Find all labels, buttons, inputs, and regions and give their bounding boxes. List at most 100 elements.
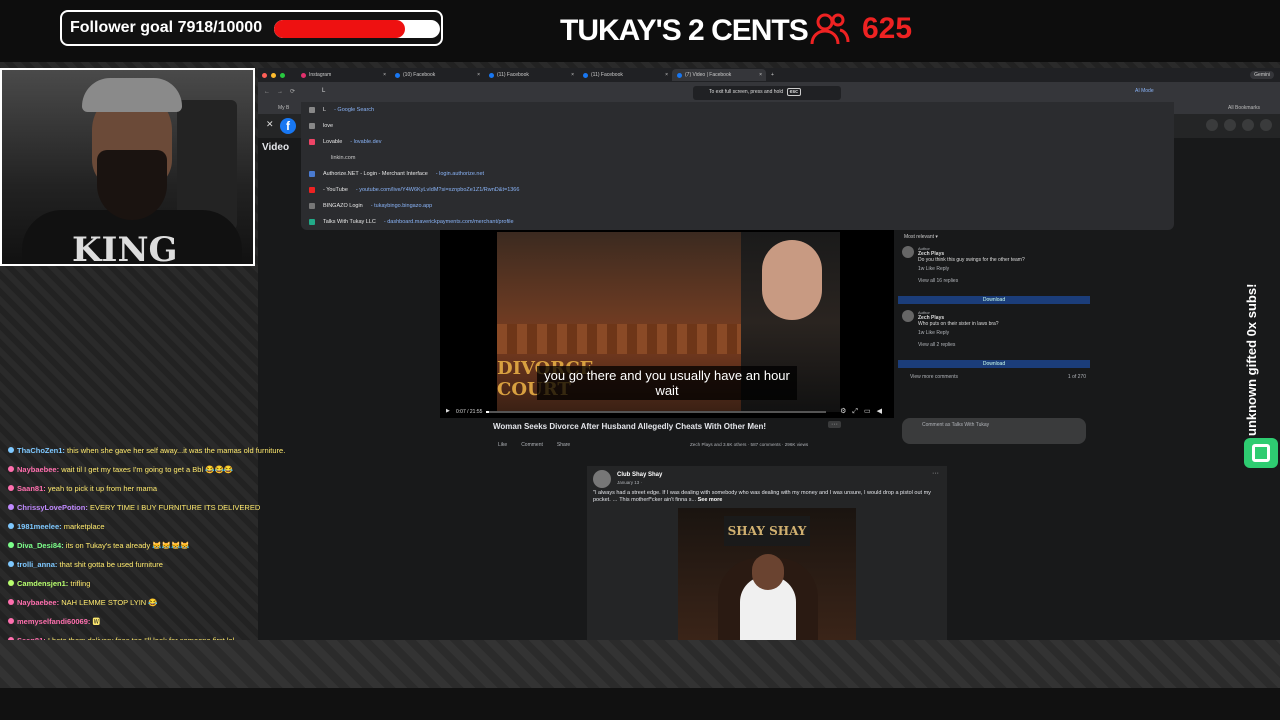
download-button[interactable]: Download — [898, 360, 1090, 368]
close-icon[interactable]: × — [383, 72, 386, 78]
close-icon[interactable]: × — [759, 72, 762, 78]
suggestion-text: BINGAZO Login — [323, 203, 363, 209]
facebook-header-icons — [1206, 119, 1272, 131]
close-icon[interactable]: ✕ — [266, 119, 274, 130]
comment-body: Author Zech Plays Who puts on their sist… — [918, 310, 999, 348]
chat-text: that shit gotta be used furniture — [59, 560, 163, 569]
chat-badge-icon — [8, 618, 14, 624]
fullscreen-tip: To exit full screen, press and hold esc — [693, 86, 841, 100]
close-icon[interactable]: × — [665, 72, 668, 78]
suggestion-item[interactable]: Talks With Tukay LLC - dashboard.maveric… — [301, 214, 1174, 230]
chat-username: memyselfandi60069: — [17, 617, 91, 626]
nav-buttons[interactable]: ←→⟳ — [264, 88, 302, 95]
chat-message: ChrissyLovePotion: EVERY TIME I BUY FURN… — [8, 503, 328, 513]
video-seek-bar[interactable] — [486, 411, 826, 413]
more-options-button[interactable]: ··· — [932, 470, 939, 477]
chat-badge-icon — [8, 485, 14, 491]
suggestion-item[interactable]: Authorize.NET - Login - Merchant Interfa… — [301, 166, 1174, 182]
facebook-icon — [583, 72, 588, 78]
courtroom-rail — [497, 324, 741, 354]
tab-label: Instagram — [309, 72, 332, 78]
like-button[interactable]: Like — [498, 442, 507, 448]
chat-message: memyselfandi60069: 🆆 — [8, 617, 328, 627]
all-bookmarks[interactable]: All Bookmarks — [1228, 105, 1260, 111]
suggestion-item[interactable]: L - Google Search — [301, 102, 1174, 118]
menu-icon[interactable] — [1206, 119, 1218, 131]
player-buttons[interactable]: ⚙⤢▭◀ — [840, 407, 888, 416]
comment-button[interactable]: Comment — [521, 442, 543, 448]
notifications-icon[interactable] — [1242, 119, 1254, 131]
view-replies-link[interactable]: View all 2 replies — [918, 342, 999, 348]
post-date: January 13 · — [617, 480, 643, 485]
tab-instagram[interactable]: Instagram × — [296, 69, 390, 81]
play-icon[interactable]: ▶ — [446, 408, 450, 414]
profile-chip[interactable]: Gemini — [1250, 71, 1274, 79]
facebook-logo-icon[interactable]: f — [280, 118, 296, 134]
comment-text: Do you think this guy swings for the oth… — [918, 257, 1025, 263]
tab-facebook-video[interactable]: (7) Video | Facebook × — [672, 69, 766, 81]
close-icon[interactable]: × — [477, 72, 480, 78]
comment-meta[interactable]: 1w Like Reply — [918, 330, 999, 336]
chat-overlay: ThaChoZen1: this when she gave her self … — [8, 446, 328, 655]
comment-body: Author Zech Plays Do you think this guy … — [918, 246, 1025, 284]
suggestion-url: - login.authorize.net — [435, 171, 485, 177]
comment-input[interactable]: Comment as Talks With Tukay — [902, 418, 1086, 444]
suggestion-url: - Google Search — [334, 107, 375, 113]
share-button[interactable]: Share — [557, 442, 570, 448]
post-author[interactable]: Club Shay Shay — [617, 472, 662, 478]
see-more-link[interactable]: See more — [698, 497, 723, 503]
lovable-icon — [309, 139, 315, 145]
ai-mode-button[interactable]: AI Mode — [1135, 88, 1154, 94]
person-head — [752, 554, 784, 590]
close-icon[interactable]: × — [571, 72, 574, 78]
suggestion-item[interactable]: BINGAZO Login - tukaybingo.bingazo.app — [301, 198, 1174, 214]
bookmark-item[interactable]: My B — [278, 105, 289, 111]
suggestion-url: - youtube.com/live/Y4W6KyLvIdM?si=xznpbo… — [355, 187, 520, 193]
chat-username: Naybaebee: — [17, 465, 60, 474]
suggestion-text: love — [323, 123, 334, 129]
tab-facebook-2[interactable]: (11) Facebook × — [484, 69, 578, 81]
show-sign: SHAY SHAY — [724, 516, 810, 546]
suggestion-text: L — [323, 107, 327, 113]
suggestion-item[interactable]: Lovable - lovable.dev — [301, 134, 1174, 150]
bingazo-icon — [309, 203, 315, 209]
chat-username: Camdensjen1: — [17, 579, 69, 588]
viewer-count-value: 625 — [862, 12, 913, 45]
comment-sort[interactable]: Most relevant ▾ — [904, 234, 938, 240]
chat-username: 1981meelee: — [17, 522, 62, 531]
avatar[interactable] — [1260, 119, 1272, 131]
sub-alert-text: unknown gifted 0x subs! — [1244, 283, 1259, 436]
chat-username: ThaChoZen1: — [17, 446, 65, 455]
tab-facebook-3[interactable]: (11) Facebook × — [578, 69, 672, 81]
more-options-button[interactable]: ··· — [828, 421, 841, 428]
suggestion-item[interactable]: linkin.com — [301, 150, 1174, 166]
feed-post: Club Shay Shay January 13 · ··· "I alway… — [587, 466, 947, 640]
new-tab-button[interactable]: + — [766, 69, 780, 81]
chat-username: ChrissyLovePotion: — [17, 503, 88, 512]
authorize-icon — [309, 171, 315, 177]
download-button[interactable]: Download — [898, 296, 1090, 304]
suggestion-url: - lovable.dev — [350, 139, 382, 145]
window-controls[interactable] — [262, 72, 296, 78]
post-image[interactable]: SHAY SHAY — [678, 508, 856, 640]
tab-label: (7) Video | Facebook — [685, 72, 732, 78]
tab-label: (10) Facebook — [403, 72, 436, 78]
address-input[interactable]: L — [322, 88, 325, 94]
suggestion-item[interactable]: love — [301, 118, 1174, 134]
webcam-shirt-print: KING — [72, 230, 178, 266]
youtube-icon — [309, 187, 315, 193]
suggestion-item[interactable]: - YouTube - youtube.com/live/Y4W6KyLvIdM… — [301, 182, 1174, 198]
suggestion-text: - YouTube — [323, 187, 348, 193]
avatar[interactable] — [593, 470, 611, 488]
viewers-icon — [810, 13, 850, 45]
messenger-icon[interactable] — [1224, 119, 1236, 131]
comment-meta[interactable]: 1w Like Reply — [918, 266, 1025, 272]
video-player[interactable]: DIVORCE COURT you go there and you usual… — [440, 228, 894, 418]
browser-tab-strip: Instagram × (10) Facebook × (11) Facebook ×… — [258, 68, 1280, 82]
omnibox-suggestions: L - Google Search love Lovable - lovable… — [301, 102, 1174, 230]
section-title: Video — [262, 142, 290, 153]
tab-facebook-1[interactable]: (10) Facebook × — [390, 69, 484, 81]
video-title: Woman Seeks Divorce After Husband Allege… — [493, 422, 767, 431]
view-replies-link[interactable]: View all 16 replies — [918, 278, 1025, 284]
view-more-comments[interactable]: View more comments — [910, 374, 958, 380]
